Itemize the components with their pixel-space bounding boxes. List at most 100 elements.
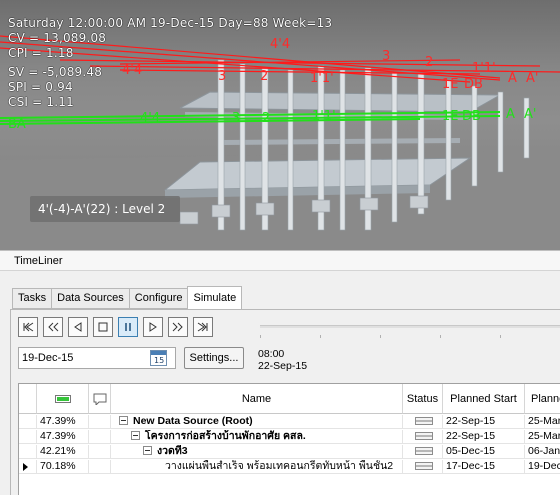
tab-strip: Tasks Data Sources Configure Simulate	[12, 286, 243, 309]
hud-cv: CV = 13,089.08	[8, 31, 107, 45]
comment-cell	[89, 415, 111, 429]
planned-end-cell: 06-Jan-16	[525, 445, 560, 459]
tab-configure[interactable]: Configure	[128, 288, 188, 309]
grid-label: 2	[262, 111, 270, 126]
time-readout-date: 22-Sep-15	[258, 360, 308, 372]
grid-label: 1E	[442, 109, 459, 124]
playback-controls	[18, 317, 213, 337]
table-row[interactable]: 70.18% วางแผ่นพื้นสำเร็จ พร้อมเทคอนกรีตท…	[19, 460, 560, 474]
timeline-slider[interactable]	[260, 325, 560, 328]
progress-bar-icon	[54, 395, 71, 404]
step-back-button[interactable]	[43, 317, 63, 337]
table-row[interactable]: 47.39% New Data Source (Root) 22-Sep-15 …	[19, 415, 560, 429]
play-backward-button[interactable]	[68, 317, 88, 337]
step-forward-button[interactable]	[168, 317, 188, 337]
row-selector[interactable]	[19, 445, 37, 459]
tab-data-sources[interactable]: Data Sources	[51, 288, 129, 309]
progress-column-header[interactable]	[37, 384, 89, 414]
timeliner-panel: TimeLiner Tasks Data Sources Configure S…	[0, 250, 560, 495]
3d-viewport[interactable]: 4'4 3 2 1'1' 4'4 3 2 1'1' 1E DB A A' BA …	[0, 0, 560, 250]
hud-csi: CSI = 1.11	[8, 95, 74, 109]
step-back-icon	[48, 322, 59, 332]
tab-simulate[interactable]: Simulate	[187, 286, 243, 309]
status-indicator	[415, 462, 433, 470]
progress-cell: 47.39%	[37, 415, 89, 429]
row-selector[interactable]	[19, 460, 37, 474]
level-tooltip: 4'(-4)-A'(22) : Level 2	[30, 196, 180, 222]
grid-label: 3	[232, 111, 240, 126]
rewind-icon	[23, 322, 34, 332]
status-indicator	[415, 432, 433, 440]
status-column-header[interactable]: Status	[403, 384, 443, 414]
name-column-header[interactable]: Name	[111, 384, 403, 414]
tab-tasks[interactable]: Tasks	[12, 288, 52, 309]
grid-label: DB	[462, 109, 481, 124]
name-cell: New Data Source (Root)	[111, 415, 403, 429]
table-row[interactable]: 47.39% โครงการก่อสร้างบ้านพักอาศัย คสล. …	[19, 430, 560, 444]
step-forward-icon	[172, 322, 183, 332]
fast-forward-icon	[197, 322, 208, 332]
calendar-icon[interactable]: 15	[150, 350, 167, 366]
name-cell: โครงการก่อสร้างบ้านพักอาศัย คสล.	[111, 430, 403, 444]
planned-end-column-header[interactable]: Planned E	[525, 384, 560, 414]
slider-tick	[500, 335, 501, 338]
play-backward-icon	[74, 322, 82, 332]
status-indicator	[415, 417, 433, 425]
planned-end-cell: 25-Mar-16	[525, 430, 560, 444]
collapse-icon[interactable]	[143, 446, 152, 455]
comments-column-header[interactable]	[89, 384, 111, 414]
row-selector[interactable]	[19, 430, 37, 444]
svg-text:15: 15	[154, 356, 164, 365]
planned-end-cell: 19-Dec-15	[525, 460, 560, 474]
grid-label: BA	[8, 117, 26, 132]
slider-tick	[320, 335, 321, 338]
comment-cell	[89, 460, 111, 474]
stop-icon	[98, 322, 108, 332]
date-picker[interactable]: 19-Dec-15 15	[18, 347, 176, 369]
slider-tick	[380, 335, 381, 338]
settings-button[interactable]: Settings...	[184, 347, 244, 369]
grid-label: A'	[524, 107, 536, 122]
fast-forward-button[interactable]	[193, 317, 213, 337]
current-row-arrow-icon	[23, 463, 28, 471]
hud-datetime: Saturday 12:00:00 AM 19-Dec-15 Day=88 We…	[8, 16, 333, 30]
row-selector[interactable]	[19, 415, 37, 429]
calendar-glyph: 15	[151, 351, 166, 365]
slider-tick	[260, 335, 261, 338]
table-row[interactable]: 42.21% งวดที่3 05-Dec-15 06-Jan-16	[19, 445, 560, 459]
task-name: วางแผ่นพื้นสำเร็จ พร้อมเทคอนกรีตทับหน้า …	[165, 460, 394, 472]
slider-tick	[440, 335, 441, 338]
collapse-icon[interactable]	[119, 416, 128, 425]
date-value: 19-Dec-15	[22, 352, 74, 364]
task-name: New Data Source (Root)	[133, 415, 253, 427]
status-cell	[403, 445, 443, 459]
stop-button[interactable]	[93, 317, 113, 337]
planned-start-cell: 22-Sep-15	[443, 430, 525, 444]
planned-start-column-header[interactable]: Planned Start	[443, 384, 525, 414]
rewind-button[interactable]	[18, 317, 38, 337]
play-button[interactable]	[143, 317, 163, 337]
comment-cell	[89, 430, 111, 444]
comment-icon	[93, 393, 106, 407]
pause-button[interactable]	[118, 317, 138, 337]
name-cell: งวดที่3	[111, 445, 403, 459]
pause-icon	[125, 323, 131, 331]
planned-start-cell: 22-Sep-15	[443, 415, 525, 429]
status-cell	[403, 430, 443, 444]
progress-cell: 70.18%	[37, 460, 89, 474]
planned-start-cell: 05-Dec-15	[443, 445, 525, 459]
task-name: โครงการก่อสร้างบ้านพักอาศัย คสล.	[145, 430, 306, 442]
grid-label: A	[506, 107, 515, 122]
hud-spi: SPI = 0.94	[8, 80, 73, 94]
hud-cpi: CPI = 1.18	[8, 46, 74, 60]
status-indicator	[415, 447, 433, 455]
name-cell: วางแผ่นพื้นสำเร็จ พร้อมเทคอนกรีตทับหน้า …	[111, 460, 403, 474]
row-header-corner	[19, 384, 37, 414]
time-readout-time: 08:00	[258, 348, 285, 360]
progress-cell: 47.39%	[37, 430, 89, 444]
collapse-icon[interactable]	[131, 431, 140, 440]
grid-label: 1'1'	[312, 109, 336, 124]
play-icon	[149, 322, 157, 332]
task-name: งวดที่3	[157, 445, 188, 457]
planned-start-cell: 17-Dec-15	[443, 460, 525, 474]
